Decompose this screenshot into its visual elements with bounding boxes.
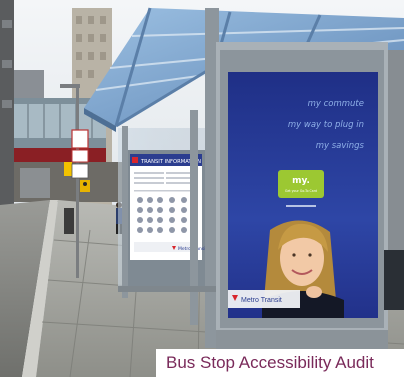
bus-stop-photo: TRANSIT INFORMATION Metro Transit my com… — [0, 0, 404, 377]
ad-brand-text: Metro Transit — [241, 297, 282, 304]
caption: Bus Stop Accessibility Audit — [156, 349, 404, 377]
ad-line-2: my way to plug in — [288, 120, 364, 130]
ad-line-3: my savings — [316, 141, 365, 151]
shelter-post-left — [122, 126, 128, 298]
walk-sign-icon — [80, 180, 90, 192]
street-lamp-pole — [76, 88, 79, 278]
ad-badge-text: my. — [292, 176, 310, 186]
ad-badge: my. Get your Go-To Card — [278, 170, 324, 198]
advertisement: my commute my way to plug in my savings … — [228, 72, 378, 318]
trash-bin — [64, 208, 74, 234]
ad-line-1: my commute — [308, 99, 364, 109]
shelter-post-mid — [190, 110, 198, 325]
transit-panel-badge-icon — [132, 157, 138, 163]
ad-badge-subtext: Get your Go-To Card — [285, 189, 317, 193]
